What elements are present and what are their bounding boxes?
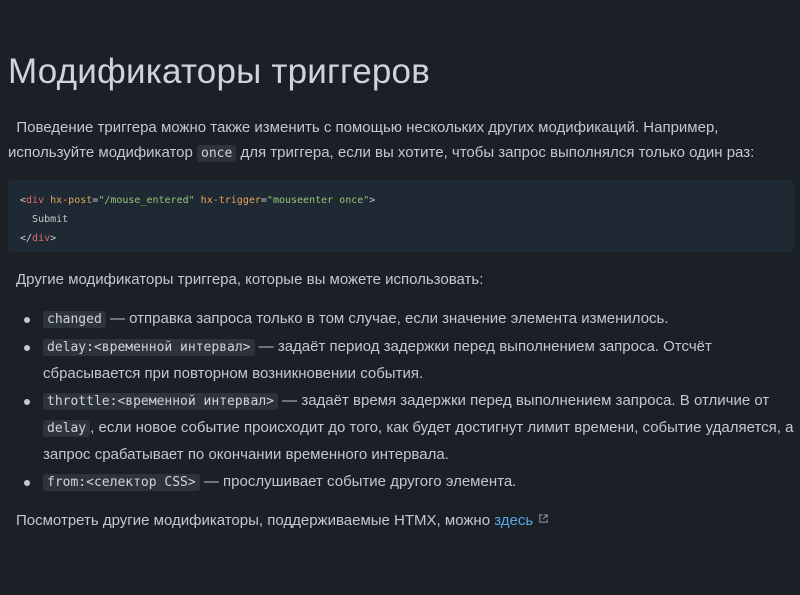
- list-item: changed — отправка запроса только в том …: [24, 306, 800, 333]
- intro-text-after: для триггера, если вы хотите, чтобы запр…: [240, 144, 755, 161]
- code-line-3: </div>: [20, 233, 57, 244]
- here-link[interactable]: здесь: [494, 512, 533, 529]
- external-link-icon[interactable]: [538, 508, 549, 532]
- article-content: Модификаторы триггеров Поведение триггер…: [0, 0, 800, 595]
- inline-code: from:<селектор CSS>: [43, 474, 200, 491]
- inline-code-delay: delay: [43, 420, 91, 437]
- list-item: delay:<временной интервал> — задаёт пери…: [24, 334, 800, 387]
- page-title: Модификаторы триггеров: [8, 52, 430, 91]
- inline-code: throttle:<временной интервал>: [43, 393, 278, 410]
- intro-paragraph: Поведение триггера можно также изменить …: [8, 115, 793, 166]
- inline-code: delay:<временной интервал>: [43, 339, 255, 356]
- code-block[interactable]: <div hx-post="/mouse_entered" hx-trigger…: [8, 180, 794, 252]
- modifiers-list: changed — отправка запроса только в том …: [16, 306, 800, 497]
- code-line-2: Submit: [32, 214, 69, 225]
- footer-paragraph: Посмотреть другие модификаторы, поддержи…: [16, 509, 549, 533]
- list-item: from:<селектор CSS> — прослушивает событ…: [24, 469, 800, 496]
- modifiers-lead: Другие модификаторы триггера, которые вы…: [16, 271, 484, 288]
- inline-code-once: once: [197, 145, 237, 162]
- code-line-1: <div hx-post="/mouse_entered" hx-trigger…: [20, 195, 376, 206]
- list-item: throttle:<временной интервал> — задаёт в…: [24, 388, 800, 468]
- inline-code: changed: [43, 311, 106, 328]
